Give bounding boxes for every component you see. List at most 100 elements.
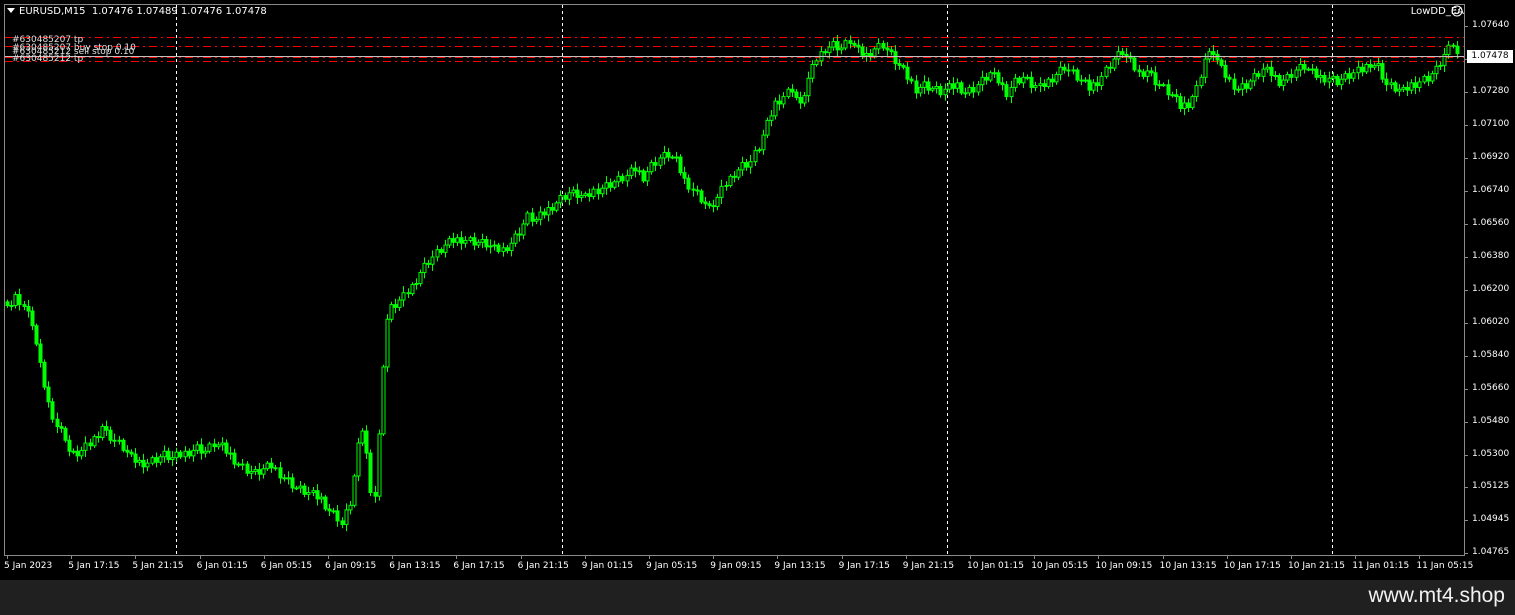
candle-bear xyxy=(1451,44,1456,47)
price-chart[interactable] xyxy=(0,0,1515,580)
candle-bull xyxy=(1409,82,1414,91)
time-tick-label: 5 Jan 17:15 xyxy=(68,561,120,571)
candle-bear xyxy=(257,469,262,475)
candle-bear xyxy=(1215,53,1220,61)
chart-window[interactable]: EURUSD,M15 1.07476 1.07489 1.07476 1.074… xyxy=(0,0,1515,580)
candle-bear xyxy=(1302,63,1307,70)
candle-bear xyxy=(1017,77,1022,84)
candle-bull xyxy=(1199,76,1204,87)
candle-bear xyxy=(125,449,130,453)
candle-bull xyxy=(1145,70,1150,77)
candle-bear xyxy=(1166,84,1171,96)
time-tick-label: 11 Jan 05:15 xyxy=(1416,561,1474,571)
candle-bear xyxy=(744,162,749,168)
candle-bear xyxy=(550,206,555,211)
candle-bull xyxy=(397,299,402,308)
price-tick-label: 1.06920 xyxy=(1472,151,1510,162)
candle-bear xyxy=(732,175,737,178)
time-tick-label: 9 Jan 09:15 xyxy=(710,561,762,571)
candle-bear xyxy=(633,167,638,172)
time-tick-label: 9 Jan 17:15 xyxy=(838,561,890,571)
candle-bull xyxy=(9,305,14,308)
candle-bull xyxy=(480,239,485,243)
candle-bull xyxy=(567,192,572,200)
candle-bear xyxy=(302,485,307,495)
candle-bull xyxy=(1207,51,1212,60)
smiley-icon[interactable] xyxy=(1451,5,1463,17)
watermark-text: www.mt4.shop xyxy=(1368,584,1505,607)
candle-bull xyxy=(1066,69,1071,72)
candle-bull xyxy=(1434,65,1439,75)
candle-bear xyxy=(121,439,126,451)
price-tick-label: 1.05125 xyxy=(1472,481,1510,491)
candle-bull xyxy=(1157,84,1162,87)
candle-bull xyxy=(1281,79,1286,87)
candle-bear xyxy=(17,294,22,306)
candle-bull xyxy=(814,60,819,65)
candle-bull xyxy=(864,52,869,56)
candle-bull xyxy=(410,283,415,295)
price-tick-label: 1.05660 xyxy=(1472,382,1510,393)
candle-bull xyxy=(1203,58,1208,78)
candle-bull xyxy=(492,244,497,247)
time-tick-label: 6 Jan 13:15 xyxy=(389,561,441,571)
candle-bull xyxy=(1054,74,1059,83)
candle-bull xyxy=(203,450,208,454)
candle-bull xyxy=(1438,64,1443,67)
candle-bear xyxy=(278,467,283,479)
price-tick-label: 1.04945 xyxy=(1472,514,1510,524)
candle-bear xyxy=(187,450,192,457)
candle-bear xyxy=(232,452,237,465)
candle-bear xyxy=(1347,73,1352,79)
candle-bull xyxy=(1038,83,1043,87)
price-tick-label: 1.06380 xyxy=(1472,250,1510,261)
candle-bear xyxy=(682,172,687,179)
candle-bear xyxy=(905,66,910,80)
candle-bear xyxy=(236,463,241,466)
candle-bull xyxy=(1013,77,1018,88)
candle-bull xyxy=(265,462,270,470)
candle-bull xyxy=(930,87,935,91)
candle-bear xyxy=(484,239,489,248)
candle-bear xyxy=(1186,102,1191,109)
price-tick-label: 1.07280 xyxy=(1472,85,1510,96)
candle-bull xyxy=(455,237,460,243)
candle-bear xyxy=(1108,66,1113,69)
candle-bull xyxy=(319,496,324,500)
candle-bear xyxy=(835,41,840,51)
candle-bull xyxy=(360,430,365,444)
candle-bull xyxy=(282,477,287,480)
symbol-menu[interactable]: EURUSD,M15 1.07476 1.07489 1.07476 1.074… xyxy=(7,6,267,17)
candle-bear xyxy=(75,450,80,457)
candle-bull xyxy=(1091,82,1096,91)
candle-bull xyxy=(249,470,254,474)
candle-bull xyxy=(674,156,679,159)
candle-bull xyxy=(183,450,188,458)
candle-bull xyxy=(170,457,175,461)
candle-bear xyxy=(914,80,919,94)
time-tick-label: 10 Jan 21:15 xyxy=(1288,561,1345,571)
candle-bull xyxy=(786,88,791,98)
candle-bull xyxy=(629,167,634,176)
candle-bear xyxy=(1219,59,1224,66)
candle-bull xyxy=(1058,66,1063,76)
candle-bull xyxy=(781,96,786,105)
time-tick-label: 9 Jan 01:15 xyxy=(581,561,634,571)
candle-bull xyxy=(831,41,836,48)
candle-bear xyxy=(1405,86,1410,91)
time-tick-label: 6 Jan 17:15 xyxy=(453,561,505,571)
candle-bear xyxy=(393,304,398,308)
candle-bear xyxy=(1075,69,1080,81)
candle-bull xyxy=(637,170,642,173)
candle-bull xyxy=(534,218,539,222)
candle-bear xyxy=(1042,83,1047,87)
candle-bull xyxy=(827,46,832,54)
price-tick-label: 1.07640 xyxy=(1472,20,1510,30)
candle-bull xyxy=(509,242,514,252)
candle-bear xyxy=(666,151,671,158)
candle-bull xyxy=(876,42,881,50)
candle-bull xyxy=(1194,85,1199,98)
chevron-down-icon[interactable] xyxy=(7,8,15,13)
candle-bull xyxy=(443,244,448,253)
candle-bear xyxy=(129,451,134,455)
